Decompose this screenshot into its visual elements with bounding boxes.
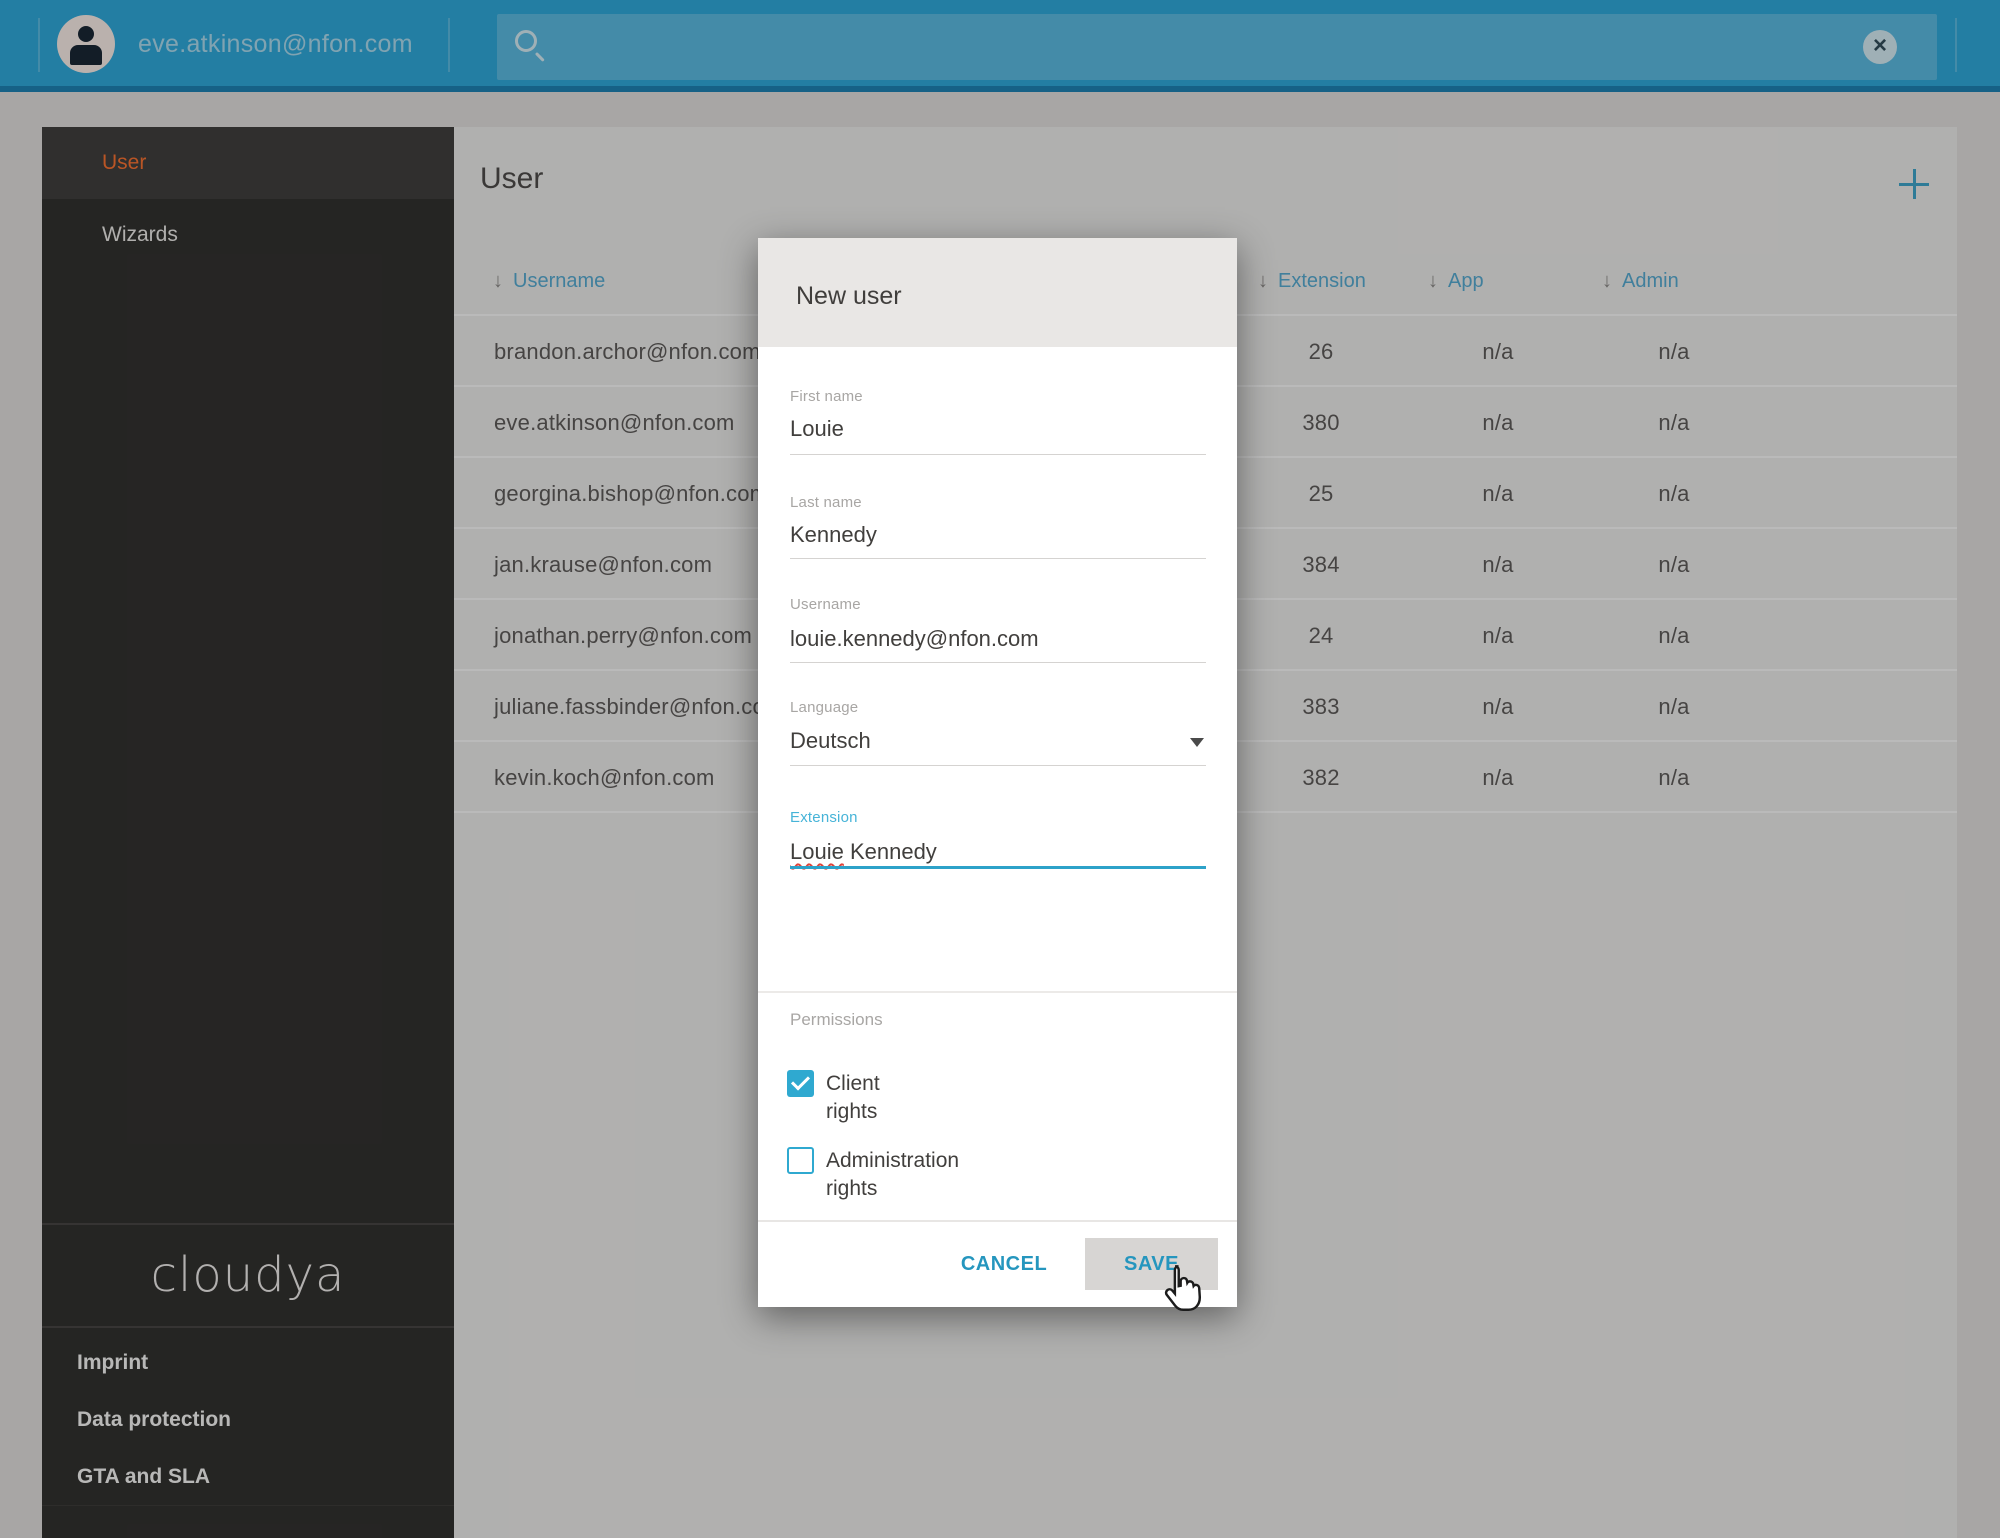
language-select[interactable]: Deutsch xyxy=(790,728,1206,754)
administration-rights-label: Administration rights xyxy=(826,1149,960,1200)
permissions-label: Permissions xyxy=(790,1010,883,1029)
cancel-button[interactable]: CANCEL xyxy=(944,1222,1064,1307)
modal-header: New user xyxy=(758,238,1237,347)
client-rights-checkbox[interactable] xyxy=(787,1070,814,1097)
modal-title: New user xyxy=(796,282,902,310)
dropdown-caret-icon[interactable] xyxy=(1190,738,1204,747)
new-user-modal: New user First name Louie Last name Kenn… xyxy=(758,238,1237,1307)
misspelled-text: Louie xyxy=(790,839,844,864)
language-label: Language xyxy=(790,699,859,716)
username-input[interactable]: louie.kennedy@nfon.com xyxy=(790,626,1206,652)
first-name-input[interactable]: Louie xyxy=(790,416,1206,442)
extension-label: Extension xyxy=(790,809,858,826)
administration-rights-checkbox[interactable] xyxy=(787,1147,814,1174)
client-rights-label: Client rights xyxy=(826,1072,880,1123)
first-name-label: First name xyxy=(790,388,863,405)
focused-underline xyxy=(790,866,1206,869)
last-name-label: Last name xyxy=(790,494,862,511)
username-label: Username xyxy=(790,596,861,613)
section-divider xyxy=(758,991,1237,993)
extension-input[interactable]: Louie Kennedy xyxy=(790,839,1206,865)
cursor-pointer-icon xyxy=(1160,1262,1202,1317)
last-name-input[interactable]: Kennedy xyxy=(790,522,1206,548)
